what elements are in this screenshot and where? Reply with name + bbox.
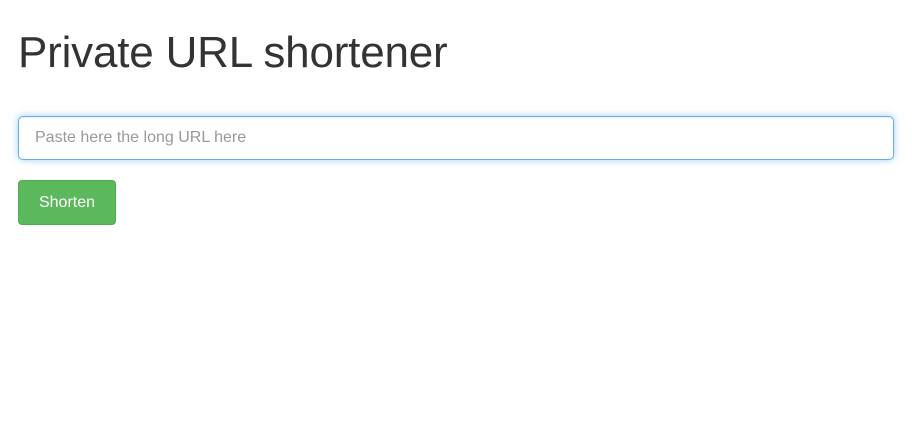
page-title: Private URL shortener — [18, 28, 448, 77]
url-shortener-page: Private URL shortener Shorten — [0, 0, 912, 448]
shorten-button[interactable]: Shorten — [18, 180, 116, 225]
long-url-input[interactable] — [18, 116, 894, 160]
